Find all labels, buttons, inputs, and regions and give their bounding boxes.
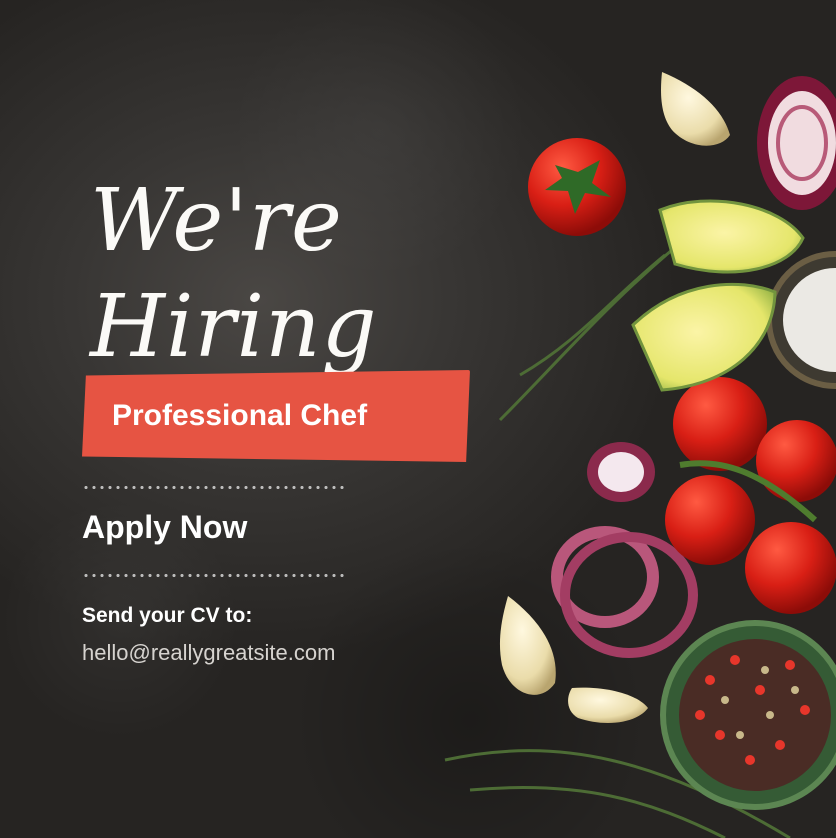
peppercorn-bowl-icon	[660, 620, 836, 810]
salt-bowl-icon	[766, 251, 836, 389]
hiring-poster: We're Hiring Professional Chef Apply Now…	[0, 0, 836, 838]
ingredients-illustration	[444, 72, 836, 838]
